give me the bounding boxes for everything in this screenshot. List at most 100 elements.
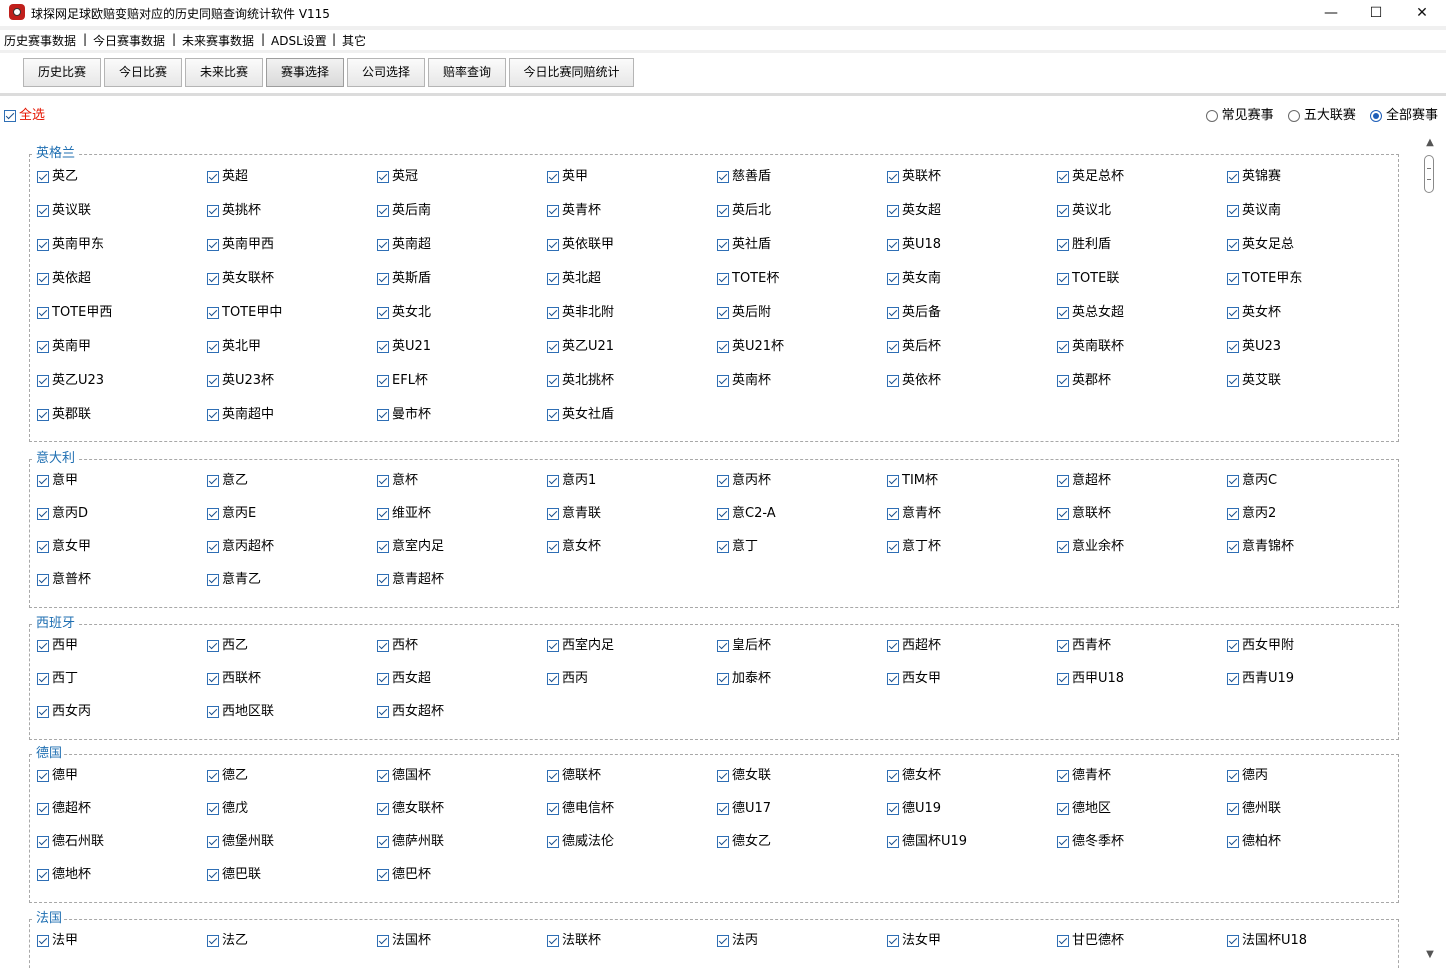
league-checkbox[interactable]: 西女丙: [37, 704, 91, 720]
league-checkbox[interactable]: 德戊: [207, 801, 248, 817]
league-checkbox[interactable]: 英甲: [547, 169, 588, 185]
league-checkbox[interactable]: 英南甲东: [37, 237, 104, 253]
scrollbar-thumb[interactable]: [1424, 155, 1434, 193]
league-checkbox[interactable]: EFL杯: [377, 373, 428, 389]
tab-today-same-odds-stats[interactable]: 今日比赛同赔统计: [509, 58, 634, 87]
league-checkbox[interactable]: 意丁: [717, 539, 758, 555]
league-checkbox[interactable]: 德乙: [207, 768, 248, 784]
maximize-button[interactable]: ☐: [1353, 0, 1399, 26]
tab-league-select[interactable]: 赛事选择: [266, 58, 344, 87]
menu-other[interactable]: 其它: [342, 32, 366, 49]
league-checkbox[interactable]: 英U23: [1227, 339, 1281, 355]
league-checkbox[interactable]: 德青杯: [1057, 768, 1111, 784]
league-checkbox[interactable]: 英斯盾: [377, 271, 431, 287]
league-checkbox[interactable]: 西女甲附: [1227, 638, 1294, 654]
close-button[interactable]: ✕: [1399, 0, 1445, 26]
league-checkbox[interactable]: 西丙: [547, 671, 588, 687]
league-checkbox[interactable]: 德女联: [717, 768, 771, 784]
league-checkbox[interactable]: 德联杯: [547, 768, 601, 784]
league-checkbox[interactable]: TIM杯: [887, 473, 938, 489]
league-checkbox[interactable]: 英女社盾: [547, 407, 614, 423]
league-checkbox[interactable]: 德地区: [1057, 801, 1111, 817]
league-checkbox[interactable]: 英郡联: [37, 407, 91, 423]
league-checkbox[interactable]: 德甲: [37, 768, 78, 784]
league-checkbox[interactable]: 英南超: [377, 237, 431, 253]
league-checkbox[interactable]: 意普杯: [37, 572, 91, 588]
league-checkbox[interactable]: 意乙: [207, 473, 248, 489]
league-checkbox[interactable]: 英乙U23: [37, 373, 104, 389]
league-checkbox[interactable]: 西杯: [377, 638, 418, 654]
league-checkbox[interactable]: 维亚杯: [377, 506, 431, 522]
league-checkbox[interactable]: 英青杯: [547, 203, 601, 219]
league-checkbox[interactable]: 加泰杯: [717, 671, 771, 687]
radio-all-leagues[interactable]: 全部赛事: [1369, 104, 1438, 123]
league-checkbox[interactable]: 意超杯: [1057, 473, 1111, 489]
league-checkbox[interactable]: 法联杯: [547, 933, 601, 949]
league-checkbox[interactable]: 英后北: [717, 203, 771, 219]
league-checkbox[interactable]: 甘巴德杯: [1057, 933, 1124, 949]
league-checkbox[interactable]: TOTE甲东: [1227, 271, 1302, 287]
league-checkbox[interactable]: 胜利盾: [1057, 237, 1111, 253]
league-checkbox[interactable]: 英U23杯: [207, 373, 274, 389]
league-checkbox[interactable]: 英后杯: [887, 339, 941, 355]
menu-adsl-settings[interactable]: ADSL设置: [271, 32, 327, 49]
menu-today-data[interactable]: 今日赛事数据: [93, 32, 165, 49]
menu-future-data[interactable]: 未来赛事数据: [182, 32, 254, 49]
radio-common-leagues[interactable]: 常见赛事: [1205, 104, 1274, 123]
tab-future-matches[interactable]: 未来比赛: [185, 58, 263, 87]
league-checkbox[interactable]: 意C2-A: [717, 506, 776, 522]
league-checkbox[interactable]: 英郡杯: [1057, 373, 1111, 389]
league-checkbox[interactable]: 西丁: [37, 671, 78, 687]
league-checkbox[interactable]: 德U17: [717, 801, 771, 817]
minimize-button[interactable]: —: [1308, 0, 1354, 26]
league-checkbox[interactable]: 西女超杯: [377, 704, 444, 720]
league-checkbox[interactable]: 英U21杯: [717, 339, 784, 355]
league-checkbox[interactable]: TOTE甲西: [37, 305, 112, 321]
league-checkbox[interactable]: 西女超: [377, 671, 431, 687]
league-checkbox[interactable]: 意丙1: [547, 473, 596, 489]
league-checkbox[interactable]: TOTE联: [1057, 271, 1119, 287]
league-checkbox[interactable]: 意青锦杯: [1227, 539, 1294, 555]
menu-history-data[interactable]: 历史赛事数据: [4, 32, 76, 49]
league-checkbox[interactable]: 法乙: [207, 933, 248, 949]
league-checkbox[interactable]: 意室内足: [377, 539, 444, 555]
league-checkbox[interactable]: 德U19: [887, 801, 941, 817]
league-checkbox[interactable]: 西女甲: [887, 671, 941, 687]
league-checkbox[interactable]: 英依超: [37, 271, 91, 287]
league-checkbox[interactable]: 英乙: [37, 169, 78, 185]
league-checkbox[interactable]: 英议北: [1057, 203, 1111, 219]
league-checkbox[interactable]: 德萨州联: [377, 834, 444, 850]
tab-odds-query[interactable]: 赔率查询: [428, 58, 506, 87]
league-list-scroll-area[interactable]: 英格兰 英乙 英超 英冠 英甲 慈善盾 英联杯 英足总杯 英锦赛 英议联 英挑杯 英后南 英青杯 英后北英…: [0, 136, 1446, 968]
league-checkbox[interactable]: 英依杯: [887, 373, 941, 389]
league-checkbox[interactable]: 西室内足: [547, 638, 614, 654]
league-checkbox[interactable]: 法国杯U18: [1227, 933, 1307, 949]
league-checkbox[interactable]: 意业余杯: [1057, 539, 1124, 555]
league-checkbox[interactable]: 意丙E: [207, 506, 256, 522]
league-checkbox[interactable]: 英南甲西: [207, 237, 274, 253]
league-checkbox[interactable]: 西乙: [207, 638, 248, 654]
league-checkbox[interactable]: 英议联: [37, 203, 91, 219]
league-checkbox[interactable]: 西超杯: [887, 638, 941, 654]
league-checkbox[interactable]: 德电信杯: [547, 801, 614, 817]
scroll-up-arrow-icon[interactable]: ▲: [1425, 138, 1435, 148]
league-checkbox[interactable]: 英乙U21: [547, 339, 614, 355]
league-checkbox[interactable]: 英南杯: [717, 373, 771, 389]
league-checkbox[interactable]: 英北挑杯: [547, 373, 614, 389]
league-checkbox[interactable]: 英南超中: [207, 407, 274, 423]
league-checkbox[interactable]: 德地杯: [37, 867, 91, 883]
league-checkbox[interactable]: 英南甲: [37, 339, 91, 355]
league-checkbox[interactable]: 英北超: [547, 271, 601, 287]
league-checkbox[interactable]: 意丙2: [1227, 506, 1276, 522]
league-checkbox[interactable]: 德威法伦: [547, 834, 614, 850]
league-checkbox[interactable]: 皇后杯: [717, 638, 771, 654]
league-checkbox[interactable]: 意甲: [37, 473, 78, 489]
league-checkbox[interactable]: 英U18: [887, 237, 941, 253]
league-checkbox[interactable]: 意丁杯: [887, 539, 941, 555]
league-checkbox[interactable]: 德超杯: [37, 801, 91, 817]
league-checkbox[interactable]: 英南联杯: [1057, 339, 1124, 355]
tab-history-matches[interactable]: 历史比赛: [23, 58, 101, 87]
league-checkbox[interactable]: 英女联杯: [207, 271, 274, 287]
scroll-down-arrow-icon[interactable]: ▼: [1425, 950, 1435, 960]
league-checkbox[interactable]: 德巴杯: [377, 867, 431, 883]
